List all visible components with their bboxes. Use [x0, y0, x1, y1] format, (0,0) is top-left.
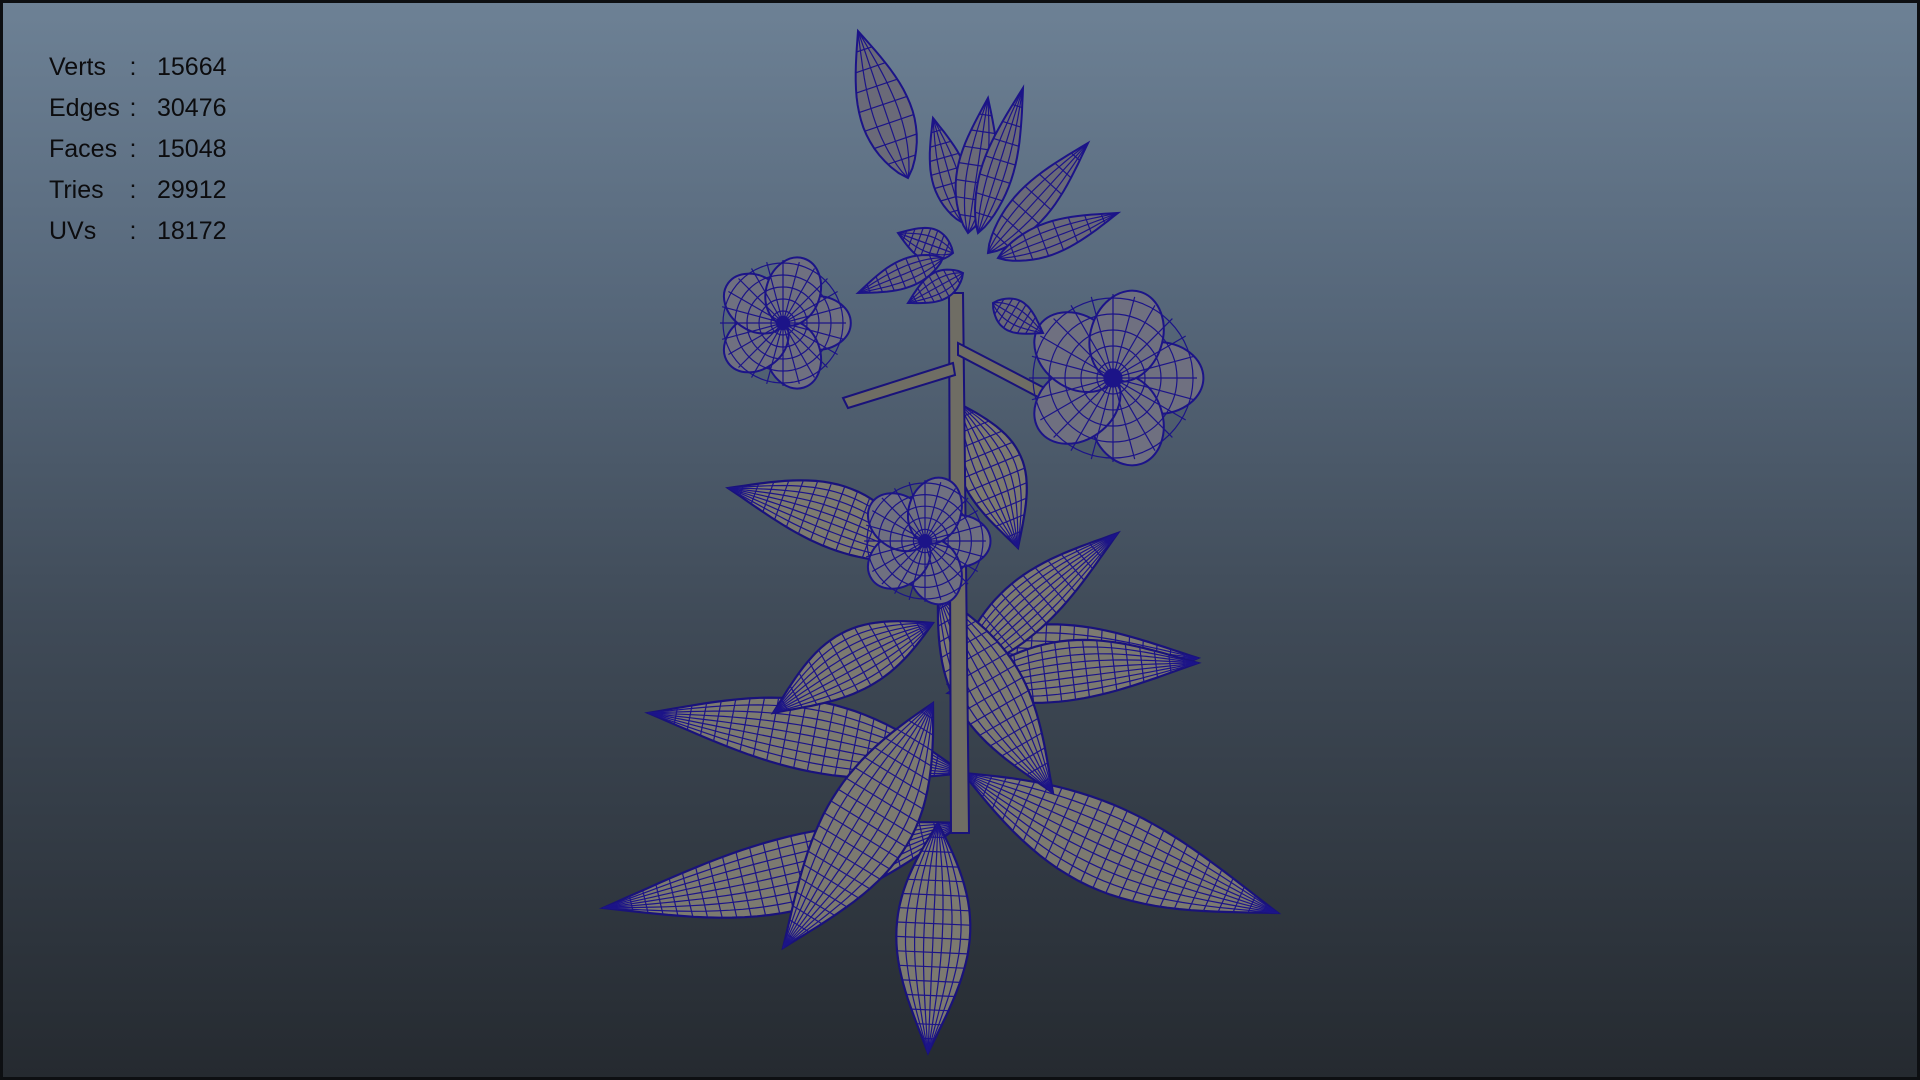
flower-wireframe-model[interactable] — [3, 3, 1920, 1080]
buds-group — [854, 28, 1122, 335]
3d-viewport[interactable]: Verts : 15664 Edges : 30476 Faces : 1504… — [0, 0, 1920, 1080]
flower-left — [720, 256, 852, 390]
side-branch-left — [841, 361, 957, 410]
flower-right — [1029, 289, 1205, 467]
leaf-mid-left — [770, 620, 936, 715]
leaf-lower-right — [960, 771, 1282, 915]
bud-top-tall — [854, 28, 918, 180]
bud-top-8 — [991, 297, 1045, 335]
